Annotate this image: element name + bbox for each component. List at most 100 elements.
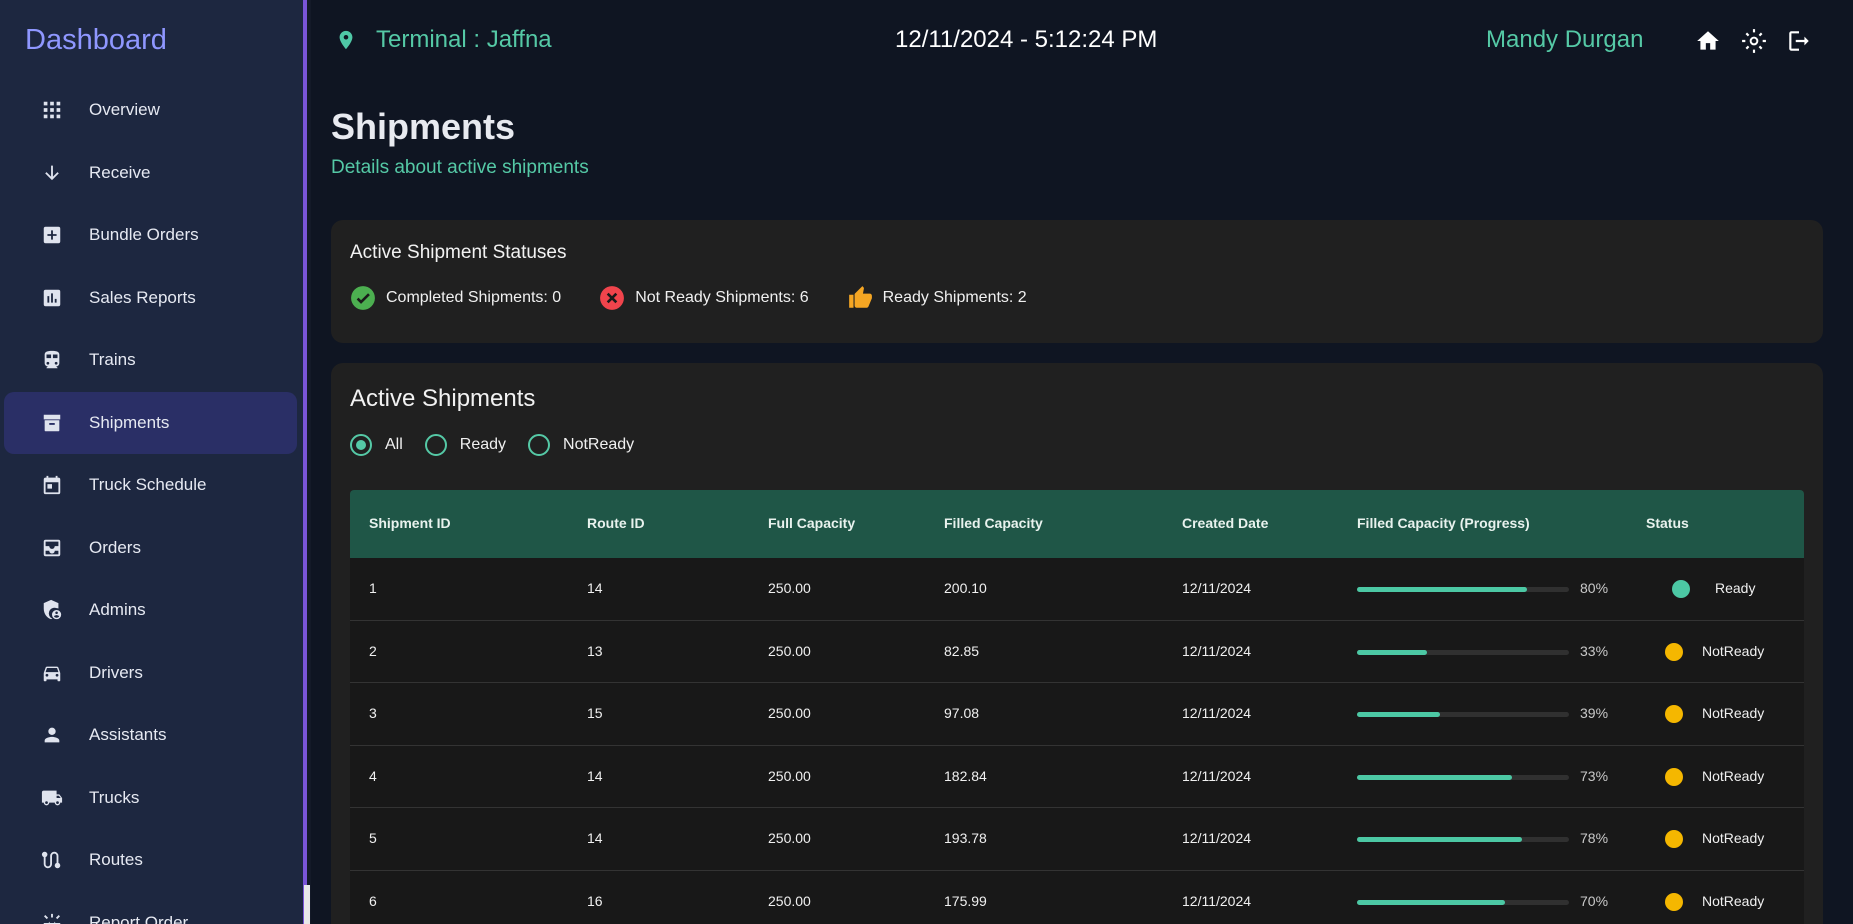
sidebar-item-label: Truck Schedule xyxy=(89,475,207,495)
col-shipment-id[interactable]: Shipment ID xyxy=(369,515,451,531)
cancel-circle-icon xyxy=(600,286,625,310)
table-row[interactable]: 4 14 250.00 182.84 12/11/2024 73% NotReady xyxy=(350,745,1804,808)
thumbs-up-icon xyxy=(848,286,872,308)
sidebar-item-label: Trucks xyxy=(89,787,140,807)
col-status[interactable]: Status xyxy=(1646,515,1689,531)
sidebar-item-trains[interactable]: Trains xyxy=(4,329,297,392)
cell-created-date: 12/11/2024 xyxy=(1182,830,1252,846)
table-row[interactable]: 3 15 250.00 97.08 12/11/2024 39% NotReady xyxy=(350,683,1804,746)
home-icon xyxy=(1697,31,1719,50)
filter-notready-label: NotReady xyxy=(563,436,635,453)
col-route-id[interactable]: Route ID xyxy=(587,515,645,531)
sidebar-item-report-order[interactable]: Report Order xyxy=(4,892,297,924)
table-header: Shipment ID Route ID Full Capacity Fille… xyxy=(350,490,1804,558)
col-filled-capacity[interactable]: Filled Capacity xyxy=(944,515,1043,531)
sidebar-item-drivers[interactable]: Drivers xyxy=(4,642,297,705)
inbox-icon xyxy=(40,536,64,560)
cell-status: NotReady xyxy=(1702,705,1765,721)
cell-status: Ready xyxy=(1715,580,1756,596)
table-body: 1 14 250.00 200.10 12/11/2024 80% Ready 2 13 250.… xyxy=(350,558,1804,924)
sidebar-item-shipments[interactable]: Shipments xyxy=(4,391,297,454)
train-icon xyxy=(40,348,64,372)
sidebar-item-routes[interactable]: Routes xyxy=(4,829,297,892)
sidebar-item-label: Report Order xyxy=(89,912,189,924)
check-circle-icon xyxy=(351,286,375,310)
table-row[interactable]: 6 16 250.00 175.99 12/11/2024 70% NotReady xyxy=(350,870,1804,924)
col-full-capacity[interactable]: Full Capacity xyxy=(768,515,855,531)
logout-icon xyxy=(1789,31,1809,51)
progress-bar xyxy=(1357,587,1569,592)
status-dot xyxy=(1672,580,1690,598)
status-filter: All Ready NotReady xyxy=(350,434,656,456)
status-dot xyxy=(1665,830,1683,848)
radio-ready[interactable] xyxy=(424,434,447,456)
sidebar-item-overview[interactable]: Overview xyxy=(4,79,297,142)
progress-percent: 70% xyxy=(1580,892,1609,909)
shipments-table: Shipment ID Route ID Full Capacity Fille… xyxy=(350,490,1804,924)
location-pin-icon xyxy=(335,28,357,52)
datetime: 12/11/2024 - 5:12:24 PM xyxy=(895,26,1158,53)
cell-status: NotReady xyxy=(1702,642,1765,659)
sidebar-item-label: Receive xyxy=(89,162,151,182)
col-progress[interactable]: Filled Capacity (Progress) xyxy=(1357,515,1530,531)
cell-route-id: 15 xyxy=(587,705,603,721)
logout-button[interactable] xyxy=(1786,28,1812,54)
filter-notready[interactable]: NotReady xyxy=(528,434,634,456)
cell-shipment-id: 6 xyxy=(369,892,377,909)
ready-status: Ready Shipments: 2 xyxy=(847,285,1027,311)
cell-full-capacity: 250.00 xyxy=(768,705,811,721)
terminal-label: Terminal : Jaffna xyxy=(376,26,552,53)
sidebar-scroll-thumb[interactable] xyxy=(304,885,310,924)
sidebar-item-label: Shipments xyxy=(89,412,170,432)
car-icon xyxy=(40,661,64,685)
progress-bar xyxy=(1357,649,1569,655)
sidebar-scrollbar[interactable] xyxy=(303,0,311,924)
sidebar-item-assistants[interactable]: Assistants xyxy=(4,704,297,767)
sidebar-item-label: Drivers xyxy=(89,662,143,682)
sidebar-item-orders[interactable]: Orders xyxy=(4,517,297,580)
shipment-status-card: Active Shipment Statuses Completed Shipm… xyxy=(331,220,1823,343)
cell-created-date: 12/11/2024 xyxy=(1182,642,1252,659)
cell-route-id: 13 xyxy=(587,642,603,659)
sidebar-item-truck-schedule[interactable]: Truck Schedule xyxy=(4,454,297,517)
table-row[interactable]: 1 14 250.00 200.10 12/11/2024 80% Ready xyxy=(350,558,1804,621)
sidebar-item-label: Assistants xyxy=(89,725,167,745)
sidebar-item-label: Bundle Orders xyxy=(89,225,199,245)
progress-fill xyxy=(1357,712,1440,717)
filter-all-label: All xyxy=(385,436,403,453)
radio-notready[interactable] xyxy=(528,434,551,456)
sidebar-item-bundle-orders[interactable]: Bundle Orders xyxy=(4,204,297,267)
truck-icon xyxy=(40,786,64,810)
sun-icon xyxy=(1742,29,1766,53)
cell-shipment-id: 2 xyxy=(369,642,377,659)
sidebar-item-admins[interactable]: Admins xyxy=(4,579,297,642)
cell-full-capacity: 250.00 xyxy=(768,580,811,596)
table-row[interactable]: 2 13 250.00 82.85 12/11/2024 33% NotReady xyxy=(350,620,1804,683)
sidebar-item-label: Routes xyxy=(89,850,143,870)
table-row[interactable]: 5 14 250.00 193.78 12/11/2024 78% NotReady xyxy=(350,808,1804,871)
sidebar-item-label: Sales Reports xyxy=(89,287,196,307)
filter-all[interactable]: All xyxy=(350,434,403,456)
filter-ready[interactable]: Ready xyxy=(424,434,506,456)
user-name: Mandy Durgan xyxy=(1486,26,1644,53)
progress-fill xyxy=(1357,774,1512,780)
ready-count: Ready Shipments: 2 xyxy=(882,289,1027,306)
cell-route-id: 16 xyxy=(587,892,603,909)
home-button[interactable] xyxy=(1695,28,1721,54)
sidebar-item-trucks[interactable]: Trucks xyxy=(4,767,297,830)
completed-status: Completed Shipments: 0 xyxy=(350,285,561,311)
status-card-heading: Active Shipment Statuses xyxy=(350,242,567,263)
cell-filled-capacity: 175.99 xyxy=(944,892,987,909)
cell-full-capacity: 250.00 xyxy=(768,892,811,909)
cell-full-capacity: 250.00 xyxy=(768,830,811,846)
cell-status: NotReady xyxy=(1702,830,1765,846)
person-icon xyxy=(40,723,64,747)
admin-shield-icon xyxy=(40,598,64,622)
grid-icon xyxy=(40,98,64,122)
page-subtitle: Details about active shipments xyxy=(331,157,589,178)
sidebar-item-receive[interactable]: Receive xyxy=(4,142,297,205)
sidebar-item-sales-reports[interactable]: Sales Reports xyxy=(4,267,297,330)
theme-toggle-button[interactable] xyxy=(1741,28,1767,54)
col-created-date[interactable]: Created Date xyxy=(1182,515,1268,531)
radio-all[interactable] xyxy=(350,434,372,456)
